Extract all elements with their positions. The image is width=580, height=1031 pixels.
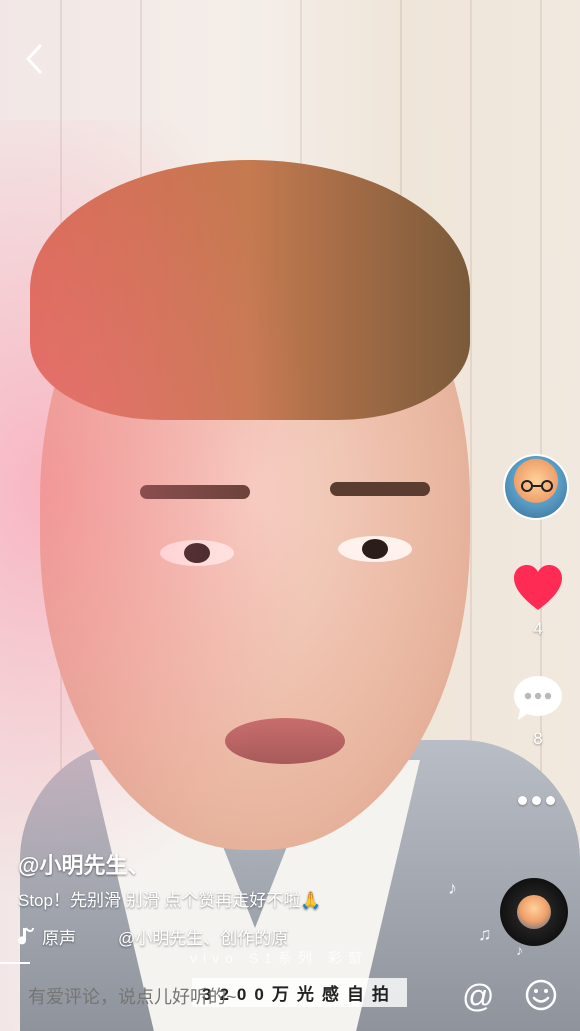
emoji-button[interactable] <box>524 978 558 1012</box>
heart-icon <box>514 565 562 610</box>
comment-input[interactable] <box>26 986 262 1009</box>
like-button[interactable]: 4 <box>510 564 566 639</box>
music-disc-cover <box>517 895 551 929</box>
music-creator: @小明先生、创作的原 <box>118 929 289 948</box>
watermark-line1: vivo S1系列 彩窗 <box>190 950 368 966</box>
floating-note-icon: ♪ <box>448 878 457 898</box>
music-note-icon <box>18 926 34 944</box>
mention-button[interactable]: @ <box>462 978 494 1015</box>
music-info[interactable]: 原声 @小明先生、创作的原 <box>18 924 318 949</box>
progress-indicator <box>0 962 30 964</box>
back-arrow-icon <box>26 44 42 74</box>
comment-count: 8 <box>533 729 543 748</box>
more-button[interactable] <box>518 796 555 805</box>
video-description: Stop！先别滑 别滑 点个赞再走好不啦🙏 <box>18 891 322 910</box>
music-label: 原声 <box>42 929 76 948</box>
back-button[interactable] <box>20 42 50 76</box>
emoji-icon <box>525 979 557 1011</box>
creator-avatar[interactable] <box>503 454 569 520</box>
glasses-icon <box>521 480 553 492</box>
floating-note-icon: ♪ <box>516 942 523 958</box>
comment-icon <box>514 676 562 720</box>
author-name[interactable]: @小明先生、 <box>18 848 149 880</box>
like-count: 4 <box>533 619 543 638</box>
comment-button[interactable]: 8 <box>510 674 566 749</box>
floating-note-icon: ♫ <box>478 924 492 944</box>
at-icon: @ <box>462 978 495 1014</box>
more-icon <box>518 796 527 805</box>
music-disc[interactable] <box>500 878 568 946</box>
